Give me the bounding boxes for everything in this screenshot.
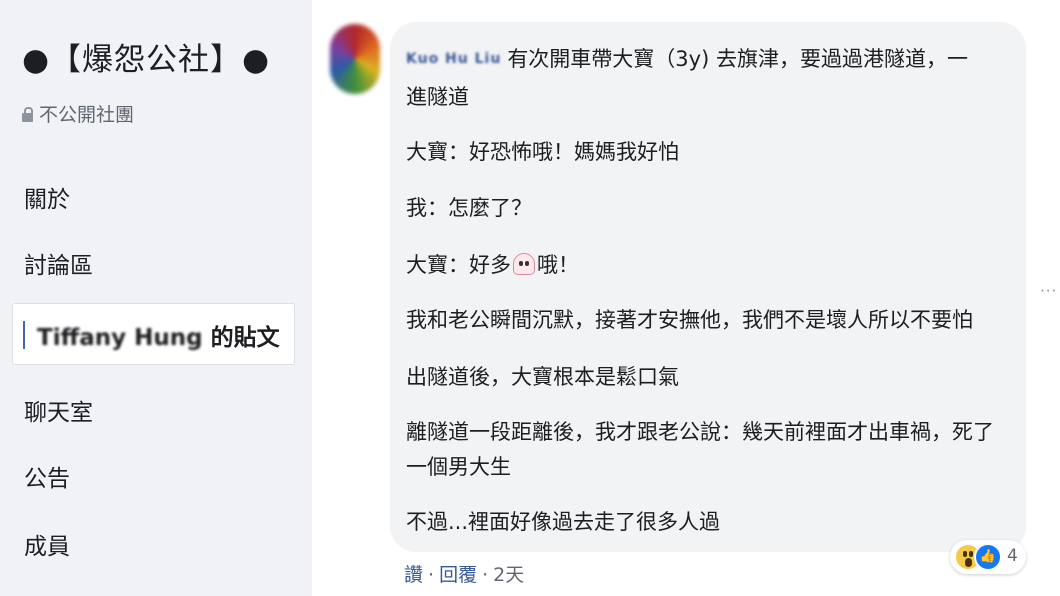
like-button[interactable]: 讚 [404, 564, 423, 586]
comment-author[interactable]: Kuo Hu Liu [406, 51, 501, 67]
comment-actions: 讚 · 回覆 · 2天 [404, 564, 525, 586]
reaction-count: 4 [1007, 546, 1018, 566]
comment-text-1: 有次開車帶大寶（3y) 去旗津，要過過港隧道，一 [507, 47, 968, 71]
comment-line-6: 我和老公瞬間沉默，接著才安撫他，我們不是壞人所以不要怕 [406, 308, 973, 332]
ghost-emoji-icon [513, 253, 535, 275]
comment-line-8: 離隧道一段距離後，我才跟老公說：幾天前裡面才出車禍，死了 [406, 420, 994, 444]
sidebar-item-member-posts[interactable]: Tiffany Hung 的貼文 [12, 303, 295, 365]
commenter-avatar[interactable] [330, 24, 380, 94]
lock-icon [22, 107, 33, 122]
comment-line-2: 進隧道 [406, 85, 469, 109]
sidebar-item-chat[interactable]: 聊天室 [24, 393, 93, 427]
sidebar-item-announcements[interactable]: 公告 [24, 459, 70, 493]
group-sidebar: ●【爆怨公社】● 不公開社團 關於 討論區 Tiffany Hung 的貼文 聊… [0, 0, 312, 596]
comment-text-5a: 大寶：好多 [406, 253, 511, 277]
comment-line-10: 不過...裡面好像過去走了很多人過 [406, 510, 721, 534]
comment-line-1: Kuo Hu Liu 有次開車帶大寶（3y) 去旗津，要過過港隧道，一 [406, 44, 968, 74]
like-reaction-icon: 👍 [974, 543, 1002, 571]
member-posts-suffix: 的貼文 [210, 325, 280, 351]
member-name: Tiffany Hung [37, 325, 203, 351]
facebook-group-page: ●【爆怨公社】● 不公開社團 關於 討論區 Tiffany Hung 的貼文 聊… [0, 0, 1060, 596]
comment-line-9: 一個男大生 [406, 455, 511, 479]
group-privacy: 不公開社團 [22, 100, 134, 127]
sidebar-item-member-posts-label: Tiffany Hung 的貼文 [37, 318, 280, 352]
more-options-icon[interactable]: ··· [1040, 282, 1057, 300]
comment-text-5b: 哦！ [537, 253, 579, 277]
reply-button[interactable]: 回覆 [439, 564, 477, 586]
reaction-summary[interactable]: 👍 4 [950, 540, 1026, 574]
group-title[interactable]: ●【爆怨公社】● [22, 34, 270, 79]
comment-timestamp[interactable]: 2天 [493, 564, 524, 586]
sidebar-item-discussion[interactable]: 討論區 [24, 246, 93, 280]
sidebar-item-members[interactable]: 成員 [24, 527, 70, 561]
comment-line-5: 大寶：好多 哦！ [406, 250, 579, 280]
group-privacy-label: 不公開社團 [39, 104, 135, 126]
sidebar-item-about[interactable]: 關於 [24, 180, 70, 214]
comment-line-4: 我：怎麼了？ [406, 196, 532, 220]
comment-line-7: 出隧道後，大寶根本是鬆口氣 [406, 365, 679, 389]
active-indicator [23, 321, 25, 349]
comment-line-3: 大寶：好恐怖哦！媽媽我好怕 [406, 140, 679, 164]
